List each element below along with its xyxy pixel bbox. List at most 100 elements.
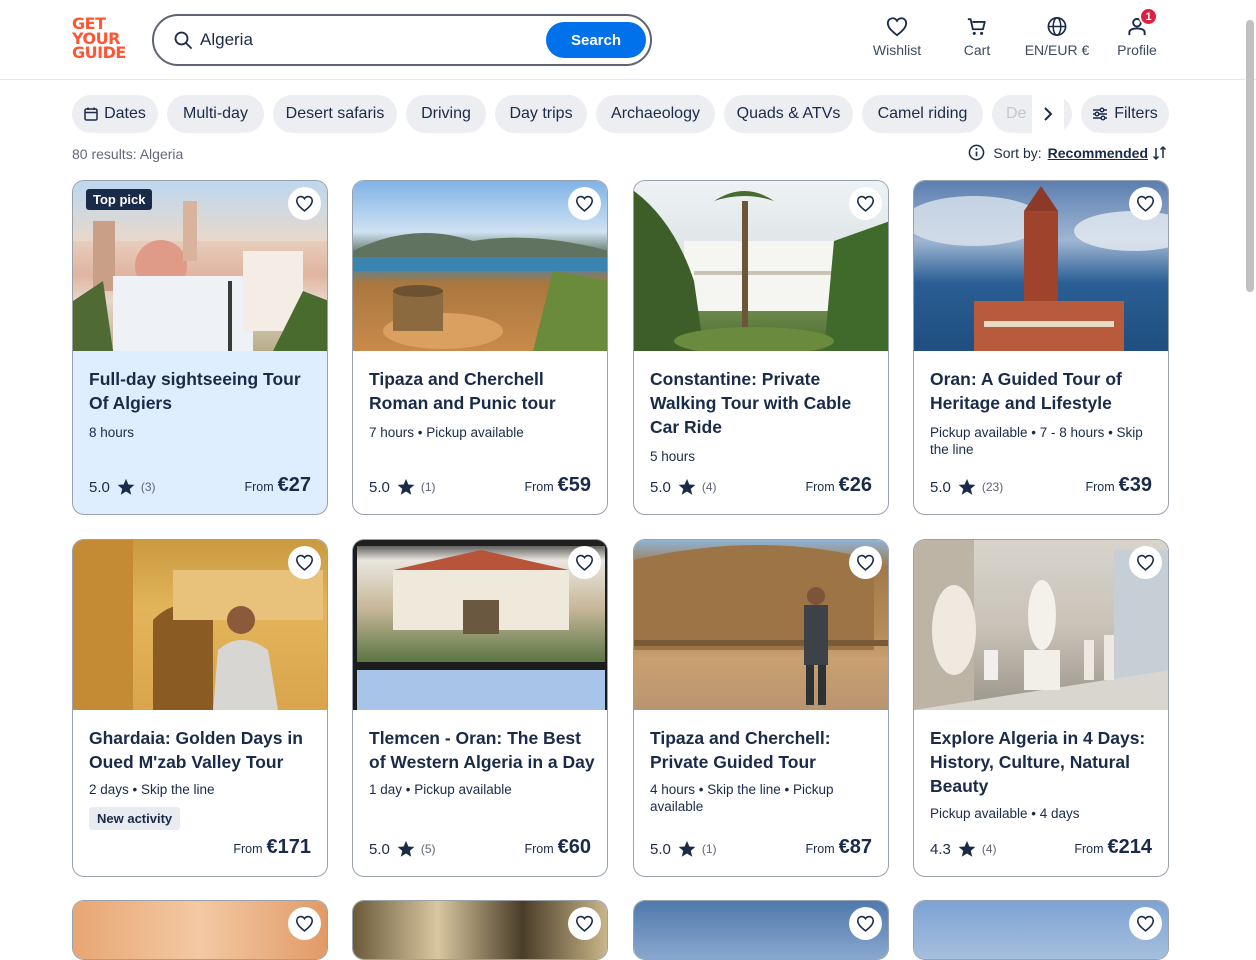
chip-dates[interactable]: Dates (72, 95, 158, 133)
cart-label: Cart (963, 42, 991, 58)
sort-value[interactable]: Recommended (1048, 145, 1148, 161)
wishlist-button[interactable] (849, 546, 882, 579)
price-amount: €27 (277, 474, 311, 496)
search-input[interactable] (200, 28, 530, 52)
activity-card[interactable]: Tlemcen - Oran: The Best of Western Alge… (352, 539, 608, 877)
chip-label: Dates (104, 105, 146, 122)
activity-image[interactable] (353, 901, 607, 959)
activity-card[interactable] (72, 900, 328, 960)
activity-title[interactable]: Tipaza and Cherchell Roman and Punic tou… (369, 367, 597, 415)
activity-image[interactable] (353, 540, 607, 710)
price-amount: €39 (1118, 474, 1152, 496)
cart-icon (967, 18, 986, 35)
price-from: From (1074, 842, 1104, 856)
wishlist-button[interactable] (288, 907, 321, 940)
wishlist-link[interactable]: Wishlist (872, 16, 922, 64)
activity-image[interactable] (914, 901, 1168, 959)
activity-card[interactable]: Ghardaia: Golden Days in Oued M'zab Vall… (72, 539, 328, 877)
activity-title[interactable]: Tipaza and Cherchell: Private Guided Tou… (650, 726, 878, 774)
activity-meta: 4 hours • Skip the line • Pickup availab… (650, 782, 834, 814)
activity-price: From €171 (233, 836, 311, 859)
activity-title[interactable]: Full-day sightseeing Tour Of Algiers (89, 367, 317, 415)
activity-card[interactable]: Top pick Full-day sightseeing Tour Of Al… (72, 180, 328, 515)
wishlist-button[interactable] (288, 187, 321, 220)
filters-label: Filters (1114, 105, 1158, 122)
review-count: (1) (420, 480, 436, 494)
review-count: (5) (420, 842, 436, 856)
logo-line-3: GUIDE (72, 43, 126, 62)
activity-image[interactable] (634, 901, 888, 959)
activity-card[interactable]: Tipaza and Cherchell: Private Guided Tou… (633, 539, 889, 877)
profile-link[interactable]: 1 Profile (1116, 7, 1158, 64)
language-currency-selector[interactable]: EN/EUR € (1022, 16, 1092, 64)
activity-title[interactable]: Ghardaia: Golden Days in Oued M'zab Vall… (89, 726, 317, 774)
wishlist-button[interactable] (568, 187, 601, 220)
heart-icon (1136, 195, 1155, 212)
activity-card[interactable] (352, 900, 608, 960)
heart-icon (575, 554, 594, 571)
star-icon (678, 478, 696, 495)
price-from: From (805, 480, 835, 494)
search-button[interactable]: Search (546, 22, 646, 58)
wishlist-button[interactable] (1129, 187, 1162, 220)
activity-price: From €59 (524, 474, 591, 497)
wishlist-button[interactable] (849, 187, 882, 220)
chip-quads-atvs[interactable]: Quads & ATVs (724, 95, 853, 133)
heart-icon (856, 195, 875, 212)
price-from: From (244, 480, 274, 494)
filters-button[interactable]: Filters (1081, 95, 1169, 133)
wishlist-button[interactable] (1129, 546, 1162, 579)
activity-image[interactable] (634, 540, 888, 710)
info-icon[interactable] (968, 144, 985, 161)
activity-image[interactable] (634, 181, 888, 351)
review-count: (23) (981, 480, 1004, 494)
activity-rating: 5.0 (5) (369, 840, 436, 858)
activity-card[interactable]: Constantine: Private Walking Tour with C… (633, 180, 889, 515)
activity-title[interactable]: Constantine: Private Walking Tour with C… (650, 367, 878, 439)
activity-image[interactable] (914, 181, 1168, 351)
rating-value: 4.3 (930, 840, 951, 858)
activity-card[interactable] (633, 900, 889, 960)
wishlist-button[interactable] (568, 546, 601, 579)
chip-day-trips[interactable]: Day trips (495, 95, 587, 133)
price-amount: €60 (557, 836, 591, 858)
activity-image[interactable] (353, 181, 607, 351)
wishlist-button[interactable] (1129, 907, 1162, 940)
activity-card[interactable]: Tipaza and Cherchell Roman and Punic tou… (352, 180, 608, 515)
globe-icon (1047, 17, 1067, 36)
filter-chips: Dates Multi-day Desert safaris Driving D… (72, 95, 1072, 133)
chip-desert-safaris[interactable]: Desert safaris (273, 95, 397, 133)
wishlist-button[interactable] (288, 546, 321, 579)
activity-image[interactable] (914, 540, 1168, 710)
search-icon (174, 31, 192, 49)
heart-icon (295, 554, 314, 571)
chip-camel-riding[interactable]: Camel riding (862, 95, 983, 133)
activity-title[interactable]: Explore Algeria in 4 Days: History, Cult… (930, 726, 1158, 798)
star-icon (397, 478, 415, 495)
activity-image[interactable] (73, 540, 327, 710)
activity-card[interactable]: Oran: A Guided Tour of Heritage and Life… (913, 180, 1169, 515)
activity-rating: 4.3 (4) (930, 840, 997, 858)
chip-multi-day[interactable]: Multi-day (167, 95, 264, 133)
activity-image[interactable]: Top pick (73, 181, 327, 351)
chip-archaeology[interactable]: Archaeology (596, 95, 715, 133)
activity-rating: 5.0 (1) (650, 840, 717, 858)
sort-control[interactable]: Sort by: Recommended (968, 144, 1168, 161)
wishlist-button[interactable] (849, 907, 882, 940)
activity-rating: 5.0 (23) (930, 478, 1003, 496)
activity-title[interactable]: Tlemcen - Oran: The Best of Western Alge… (369, 726, 597, 774)
activity-card[interactable]: Explore Algeria in 4 Days: History, Cult… (913, 539, 1169, 877)
heart-icon (856, 915, 875, 932)
heart-icon (886, 17, 908, 37)
activity-meta: Pickup available • 4 days (930, 806, 1080, 821)
chip-driving[interactable]: Driving (406, 95, 486, 133)
getyourguide-logo[interactable]: GET YOUR GUIDE (72, 16, 130, 63)
activity-title[interactable]: Oran: A Guided Tour of Heritage and Life… (930, 367, 1158, 415)
cart-link[interactable]: Cart (960, 16, 994, 64)
page-scrollbar[interactable] (1246, 20, 1254, 292)
chips-next-button[interactable] (1032, 95, 1064, 133)
activity-price: From €26 (805, 474, 872, 497)
wishlist-button[interactable] (568, 907, 601, 940)
activity-image[interactable] (73, 901, 327, 959)
activity-card[interactable] (913, 900, 1169, 960)
